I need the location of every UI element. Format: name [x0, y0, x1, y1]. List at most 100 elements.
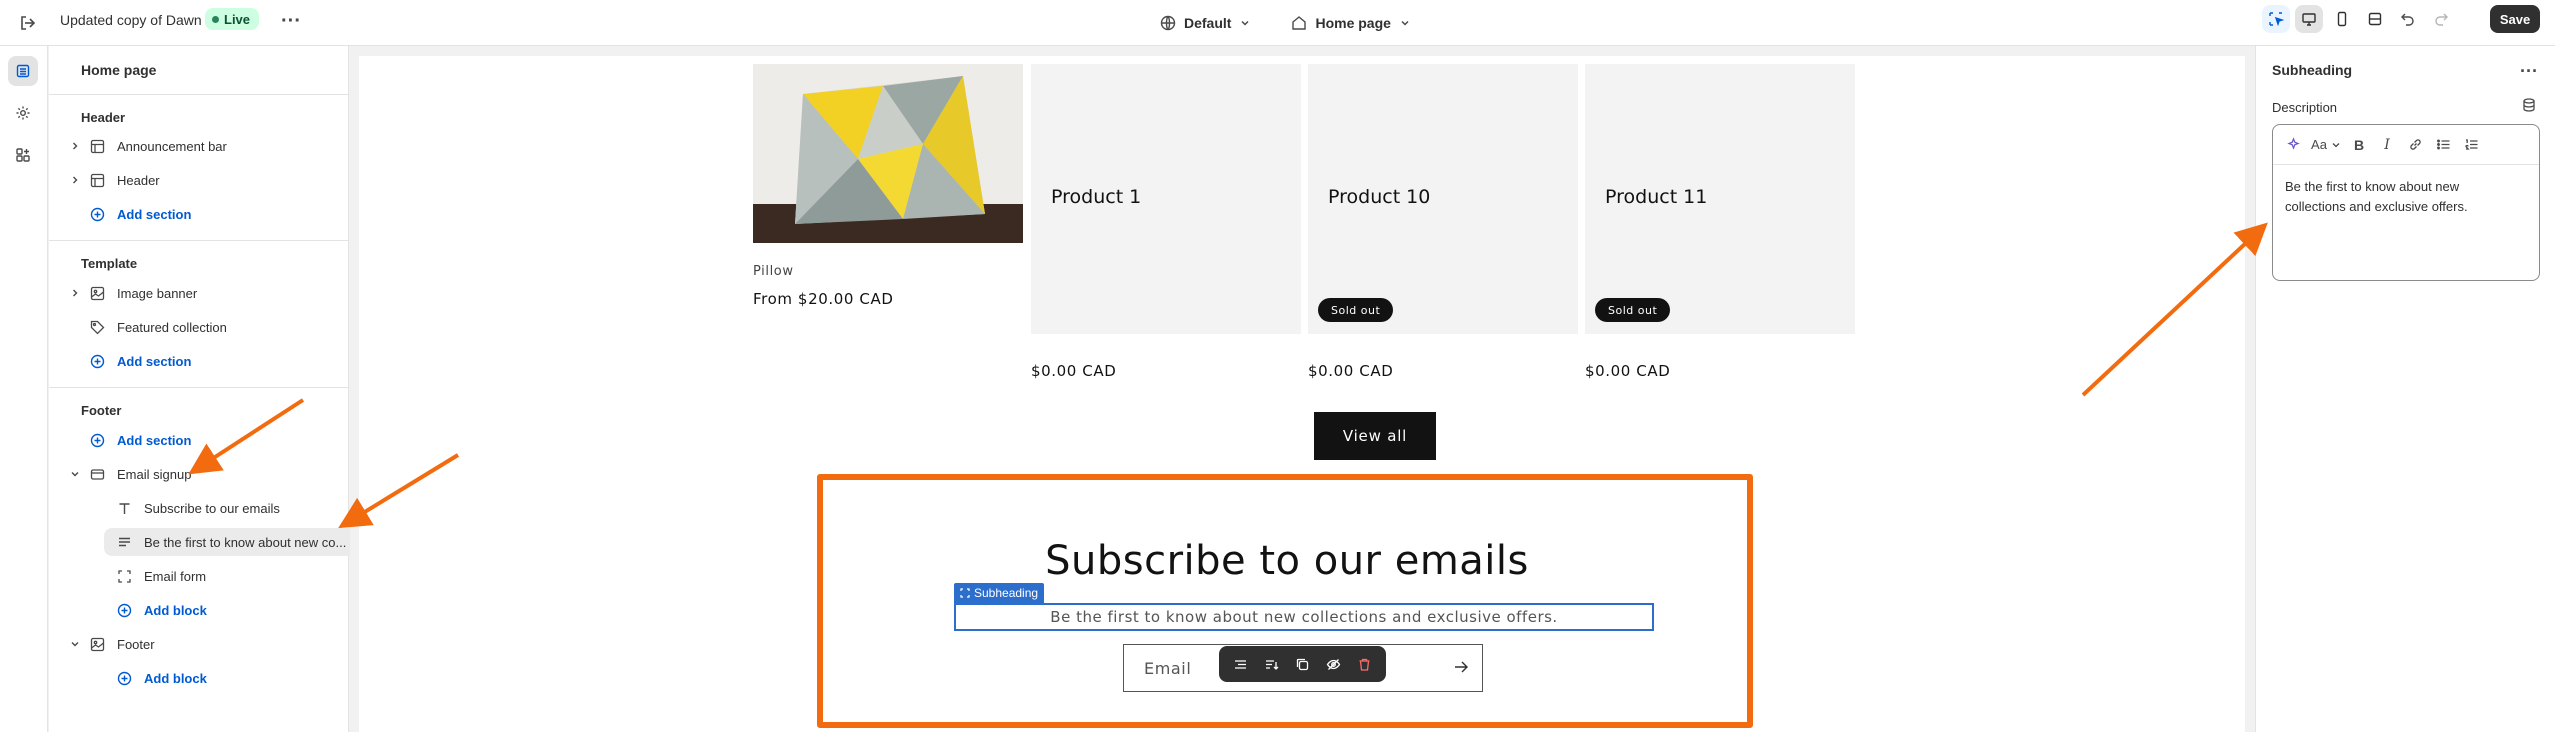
more-actions-icon[interactable]: ···	[276, 6, 306, 36]
rich-text-content[interactable]: Be the first to know about new collectio…	[2285, 177, 2505, 217]
chevron-right-icon[interactable]	[70, 166, 80, 194]
product-price: $0.00 CAD	[1585, 362, 1671, 380]
sidebar-item-footer[interactable]: Footer	[57, 630, 341, 658]
top-selectors: Default Home page	[1160, 8, 1411, 38]
fullscreen-icon[interactable]	[2361, 5, 2389, 33]
block-item-label: Be the first to know about new co...	[144, 534, 347, 550]
bold-icon[interactable]: B	[2345, 131, 2373, 159]
block-tag-label: Subheading	[974, 586, 1039, 600]
sidebar-item-announcement-bar[interactable]: Announcement bar	[57, 132, 341, 160]
more-actions-icon[interactable]: ···	[2514, 56, 2544, 86]
product-name: Product 1	[1051, 186, 1142, 208]
add-section-button[interactable]: Add section	[57, 200, 341, 228]
link-icon[interactable]	[2401, 131, 2429, 159]
product-name: Product 10	[1328, 186, 1431, 208]
ai-sparkle-icon[interactable]	[2279, 131, 2307, 159]
product-card[interactable]: Product 11 Sold out	[1585, 64, 1855, 334]
sidebar-item-label: Announcement bar	[117, 138, 227, 154]
sidebar-item-label: Featured collection	[117, 319, 227, 335]
add-section-button[interactable]: Add section	[57, 347, 341, 375]
image-icon	[90, 630, 105, 658]
rich-text-toolbar: Aa B I	[2273, 125, 2539, 165]
chevron-down-icon[interactable]	[70, 630, 80, 658]
chevron-right-icon[interactable]	[70, 279, 80, 307]
hide-icon[interactable]	[1326, 657, 1341, 672]
chevron-right-icon[interactable]	[70, 132, 80, 160]
arrow-right-icon[interactable]	[1452, 658, 1470, 681]
text-style-icon[interactable]: Aa	[2307, 131, 2345, 159]
email-icon	[90, 460, 105, 488]
italic-icon[interactable]: I	[2373, 131, 2401, 159]
save-button[interactable]: Save	[2490, 5, 2540, 33]
gear-icon[interactable]	[8, 98, 38, 128]
product-name: Product 11	[1605, 186, 1708, 208]
chevron-down-icon	[1241, 20, 1249, 26]
add-block-button[interactable]: Add block	[57, 596, 341, 624]
dynamic-source-icon[interactable]	[2521, 97, 2537, 118]
live-dot	[212, 15, 219, 23]
sidebar-item-image-banner[interactable]: Image banner	[57, 279, 341, 307]
view-toolbar	[2262, 5, 2455, 33]
block-floating-toolbar	[1219, 646, 1386, 682]
view-all-button[interactable]: View all	[1314, 412, 1436, 460]
delete-icon[interactable]	[1357, 657, 1372, 672]
plus-circle-icon	[90, 200, 105, 228]
inspector-icon[interactable]	[2262, 5, 2290, 33]
numbered-list-icon[interactable]	[2457, 131, 2485, 159]
theme-name: Updated copy of Dawn	[60, 12, 202, 28]
section-layout-icon	[90, 166, 105, 194]
signup-subheading[interactable]: Be the first to know about new collectio…	[954, 603, 1654, 631]
undo-icon[interactable]	[2394, 5, 2422, 33]
mobile-view-icon[interactable]	[2328, 5, 2356, 33]
chevron-down-icon[interactable]	[70, 460, 80, 488]
move-icon[interactable]	[1264, 657, 1279, 672]
divider	[49, 94, 349, 95]
block-item-email-form[interactable]: Email form	[57, 562, 341, 590]
bulleted-list-icon[interactable]	[2429, 131, 2457, 159]
add-section-button[interactable]: Add section	[57, 426, 341, 454]
sidebar-item-email-signup[interactable]: Email signup	[57, 460, 341, 488]
redo-icon[interactable]	[2427, 5, 2455, 33]
store-preview[interactable]: Pillow From $20.00 CAD Product 1 $0.00 C…	[359, 56, 2245, 732]
section-layout-icon	[90, 132, 105, 160]
exit-icon[interactable]	[14, 9, 42, 37]
group-template-label: Template	[81, 256, 138, 271]
home-icon	[1292, 16, 1307, 30]
desktop-view-icon[interactable]	[2295, 5, 2323, 33]
product-card[interactable]: Product 1	[1031, 64, 1301, 334]
image-icon	[90, 279, 105, 307]
apps-icon[interactable]	[8, 140, 38, 170]
product-name[interactable]: Pillow	[753, 264, 794, 279]
sidebar-item-featured-collection[interactable]: Featured collection	[57, 313, 341, 341]
product-image-pillow[interactable]	[753, 64, 1023, 243]
sections-icon[interactable]	[8, 56, 38, 86]
block-item-subscribe[interactable]: Subscribe to our emails	[57, 494, 341, 522]
plus-circle-icon	[90, 426, 105, 454]
add-block-button[interactable]: Add block	[57, 664, 341, 692]
add-section-label: Add section	[117, 353, 192, 369]
text-icon	[117, 494, 132, 522]
globe-icon	[1160, 15, 1176, 31]
divider	[49, 240, 349, 241]
top-bar: Updated copy of Dawn Live ··· Default Ho…	[0, 0, 2555, 46]
settings-title: Subheading	[2272, 62, 2353, 78]
block-item-label: Subscribe to our emails	[144, 500, 280, 516]
rich-text-editor[interactable]: Aa B I Be the first to know about new co…	[2272, 124, 2540, 281]
product-card[interactable]: Product 10 Sold out	[1308, 64, 1578, 334]
block-corner-icon	[960, 588, 970, 598]
sidebar-item-header[interactable]: Header	[57, 166, 341, 194]
plus-circle-icon	[90, 347, 105, 375]
block-item-subheading[interactable]: Be the first to know about new co...	[104, 528, 386, 556]
align-icon[interactable]	[1233, 657, 1248, 672]
signup-title[interactable]: Subscribe to our emails	[897, 538, 1677, 584]
duplicate-icon[interactable]	[1295, 657, 1310, 672]
sidebar-title: Home page	[81, 62, 157, 78]
sections-sidebar: Home page Header Announcement bar Header…	[49, 46, 386, 732]
plus-circle-icon	[117, 664, 132, 692]
chevron-down-icon	[1401, 20, 1409, 26]
page-selector[interactable]: Home page	[1291, 8, 1410, 38]
theme-selector[interactable]: Default	[1160, 8, 1251, 38]
add-block-label: Add block	[144, 602, 207, 618]
block-tag: Subheading	[954, 583, 1045, 603]
theme-selector-label: Default	[1184, 15, 1232, 31]
